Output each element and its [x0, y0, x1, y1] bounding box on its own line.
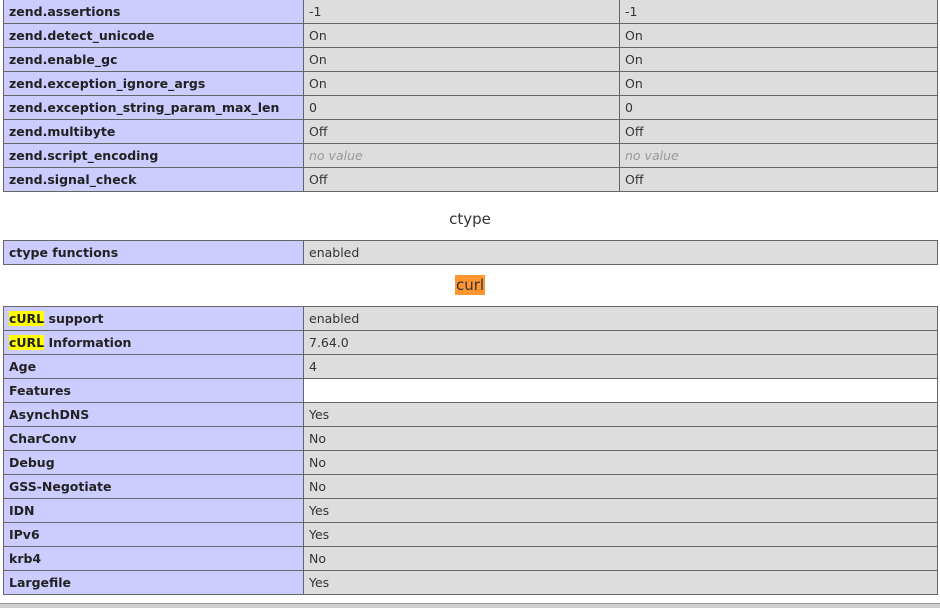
row-label: ctype functions	[3, 240, 304, 265]
curl-table: cURL support enabled cURL Information 7.…	[3, 306, 938, 595]
row-value	[303, 378, 938, 403]
row-value: Yes	[303, 570, 938, 595]
table-row: zend.exception_string_param_max_len 0 0	[3, 95, 938, 120]
directive-name: zend.script_encoding	[3, 143, 304, 168]
master-value: On	[619, 47, 938, 72]
row-label: cURL Information	[3, 330, 304, 355]
row-label: CharConv	[3, 426, 304, 451]
master-value: 0	[619, 95, 938, 120]
directive-name: zend.detect_unicode	[3, 23, 304, 48]
row-value: No	[303, 474, 938, 499]
local-value: 0	[303, 95, 620, 120]
master-value: Off	[619, 167, 938, 192]
table-row: ctype functions enabled	[3, 240, 938, 265]
row-label: AsynchDNS	[3, 402, 304, 427]
directive-name: zend.exception_ignore_args	[3, 71, 304, 96]
table-row: Age 4	[3, 354, 938, 379]
no-value-text: no value	[625, 148, 679, 163]
table-row: zend.enable_gc On On	[3, 47, 938, 72]
table-row: IDN Yes	[3, 498, 938, 523]
row-value: Yes	[303, 402, 938, 427]
row-value: enabled	[303, 306, 938, 331]
taskbar-edge	[0, 603, 940, 608]
row-label: IPv6	[3, 522, 304, 547]
table-row: CharConv No	[3, 426, 938, 451]
master-value: On	[619, 23, 938, 48]
phpinfo-page: zend.assertions -1 -1 zend.detect_unicod…	[0, 0, 940, 608]
table-row: Features	[3, 378, 938, 403]
row-value: No	[303, 450, 938, 475]
master-value: Off	[619, 119, 938, 144]
table-row: krb4 No	[3, 546, 938, 571]
curl-heading: curl	[454, 275, 486, 295]
zend-directives-table: zend.assertions -1 -1 zend.detect_unicod…	[3, 0, 938, 192]
directive-name: zend.exception_string_param_max_len	[3, 95, 304, 120]
table-row: Debug No	[3, 450, 938, 475]
row-label: krb4	[3, 546, 304, 571]
row-label: cURL support	[3, 306, 304, 331]
local-value: On	[303, 47, 620, 72]
master-value: no value	[619, 143, 938, 168]
table-row: AsynchDNS Yes	[3, 402, 938, 427]
local-value: no value	[303, 143, 620, 168]
local-value: Off	[303, 119, 620, 144]
table-row: cURL Information 7.64.0	[3, 330, 938, 355]
table-row: Largefile Yes	[3, 570, 938, 595]
no-value-text: no value	[309, 148, 363, 163]
directive-name: zend.signal_check	[3, 167, 304, 192]
master-value: -1	[619, 0, 938, 24]
row-value: No	[303, 426, 938, 451]
directive-name: zend.multibyte	[3, 119, 304, 144]
curl-section-title: curl	[0, 274, 940, 296]
master-value: On	[619, 71, 938, 96]
table-row: zend.signal_check Off Off	[3, 167, 938, 192]
row-value: Yes	[303, 498, 938, 523]
row-value: 7.64.0	[303, 330, 938, 355]
row-value: enabled	[303, 240, 938, 265]
ctype-heading: ctype	[449, 210, 491, 228]
row-label-suffix: support	[44, 311, 104, 326]
search-match-highlight: cURL	[9, 311, 45, 326]
local-value: On	[303, 71, 620, 96]
directive-name: zend.enable_gc	[3, 47, 304, 72]
table-row: zend.detect_unicode On On	[3, 23, 938, 48]
search-match-highlight: cURL	[9, 335, 45, 350]
row-label: Age	[3, 354, 304, 379]
directive-name: zend.assertions	[3, 0, 304, 24]
row-label: Largefile	[3, 570, 304, 595]
row-value: 4	[303, 354, 938, 379]
local-value: Off	[303, 167, 620, 192]
row-label: IDN	[3, 498, 304, 523]
row-label: Features	[3, 378, 304, 403]
table-row: cURL support enabled	[3, 306, 938, 331]
local-value: -1	[303, 0, 620, 24]
table-row: GSS-Negotiate No	[3, 474, 938, 499]
local-value: On	[303, 23, 620, 48]
row-label: Debug	[3, 450, 304, 475]
ctype-table: ctype functions enabled	[3, 240, 938, 265]
table-row: zend.exception_ignore_args On On	[3, 71, 938, 96]
row-label: GSS-Negotiate	[3, 474, 304, 499]
table-row: IPv6 Yes	[3, 522, 938, 547]
table-row: zend.multibyte Off Off	[3, 119, 938, 144]
row-value: No	[303, 546, 938, 571]
ctype-section-title: ctype	[0, 208, 940, 230]
row-value: Yes	[303, 522, 938, 547]
table-row: zend.script_encoding no value no value	[3, 143, 938, 168]
table-row: zend.assertions -1 -1	[3, 0, 938, 24]
row-label-suffix: Information	[44, 335, 132, 350]
